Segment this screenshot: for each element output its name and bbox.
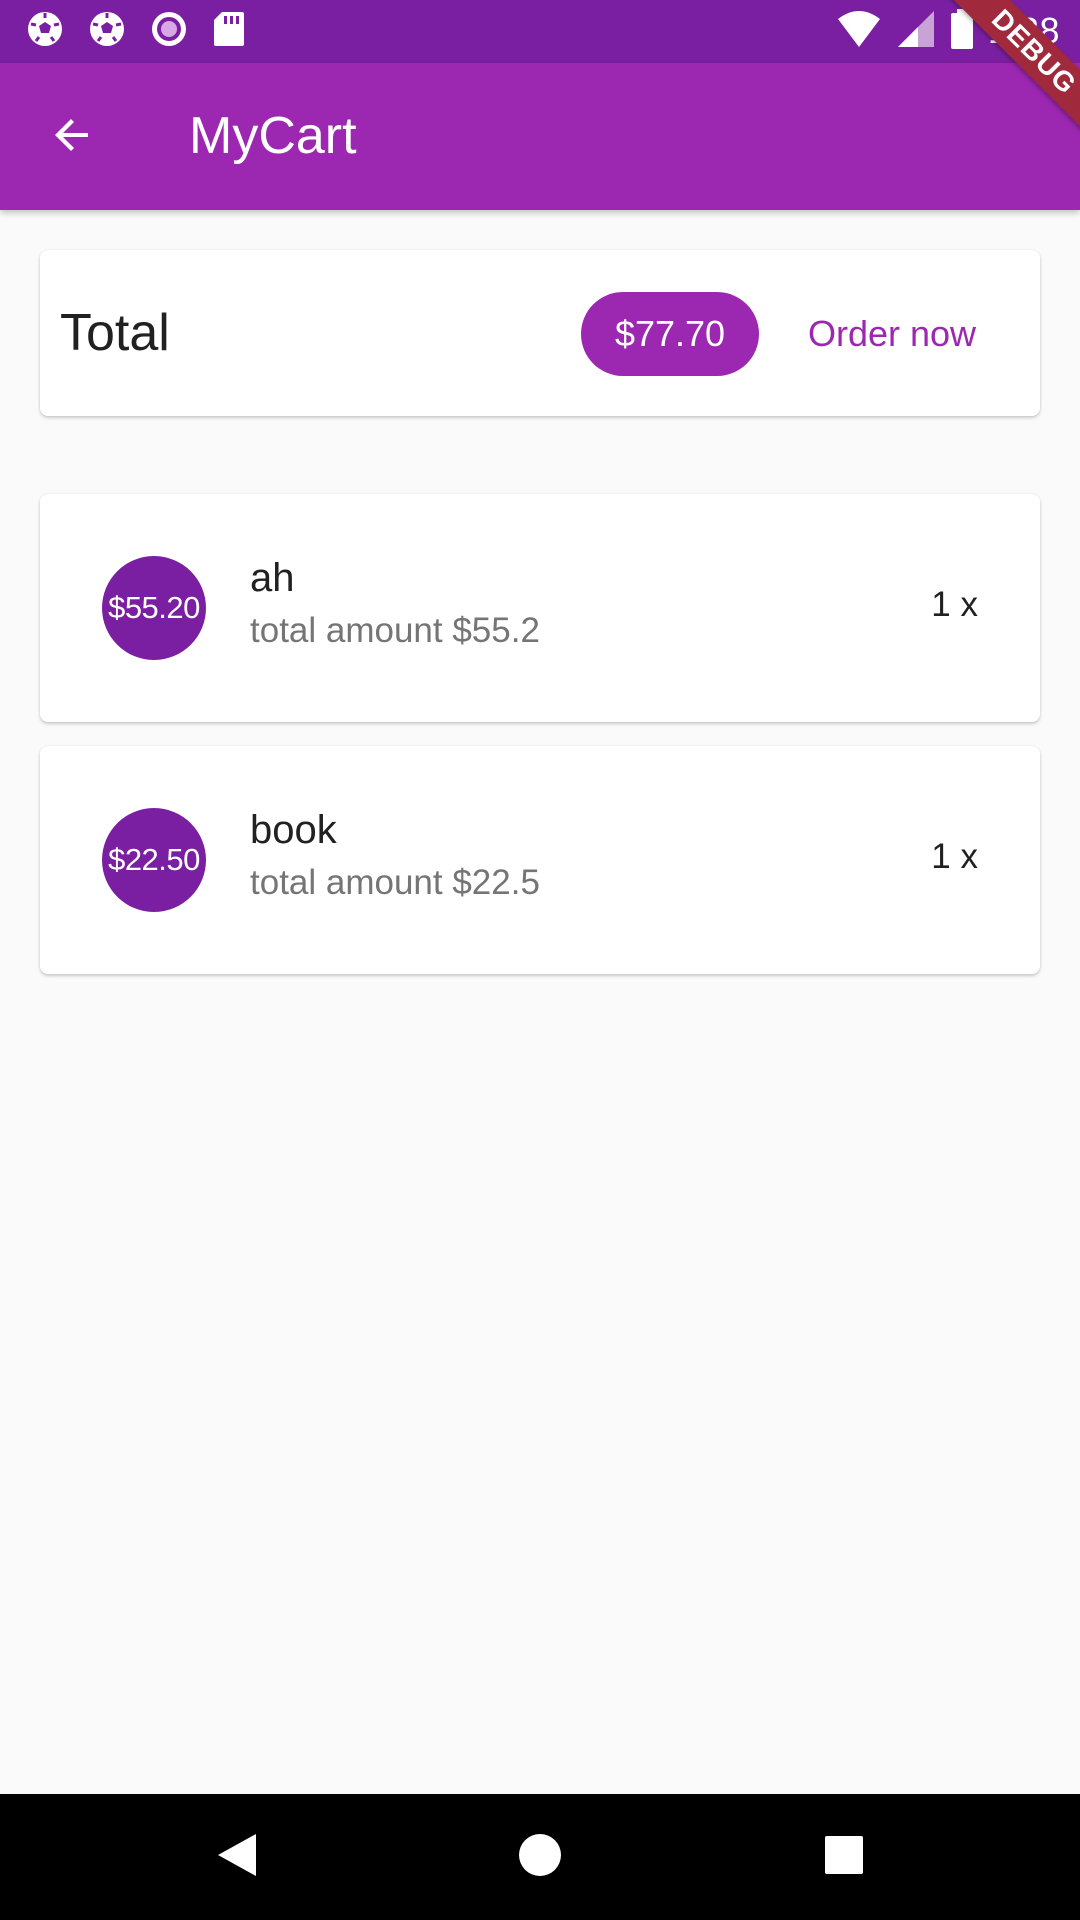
- cart-item[interactable]: $55.20 ah total amount $55.2 1 x: [40, 494, 1040, 722]
- item-quantity: 1 x: [931, 585, 978, 624]
- cart-item[interactable]: $22.50 book total amount $22.5 1 x: [40, 746, 1040, 974]
- cell-signal-icon: [896, 9, 936, 54]
- nav-home-icon: [517, 1832, 563, 1883]
- total-amount: $77.70: [614, 313, 726, 354]
- radio-button-icon: [150, 10, 188, 53]
- sd-card-icon: [212, 10, 246, 53]
- total-amount-chip: $77.70: [581, 292, 759, 376]
- item-price-avatar: $22.50: [102, 808, 206, 912]
- order-now-button[interactable]: Order now: [792, 292, 992, 376]
- app-bar: MyCart: [0, 63, 1080, 210]
- nav-recents-button[interactable]: [811, 1824, 877, 1890]
- item-quantity: 1 x: [931, 837, 978, 876]
- item-price-avatar: $55.20: [102, 556, 206, 660]
- soccer-ball-icon: [88, 10, 126, 53]
- item-price: $22.50: [108, 842, 200, 877]
- navigation-bar: [0, 1794, 1080, 1920]
- item-price: $55.20: [108, 590, 200, 625]
- nav-recents-icon: [823, 1834, 865, 1881]
- status-bar: 1:38: [0, 0, 1080, 63]
- total-card: Total $77.70 Order now: [40, 250, 1040, 416]
- status-notifications: [26, 10, 246, 53]
- item-title: ah: [250, 556, 295, 600]
- item-title: book: [250, 808, 337, 852]
- nav-home-button[interactable]: [507, 1824, 573, 1890]
- back-button[interactable]: [40, 105, 104, 169]
- page-title: MyCart: [189, 107, 357, 165]
- item-subtitle: total amount $55.2: [250, 611, 540, 650]
- arrow-back-icon: [48, 111, 96, 164]
- item-subtitle: total amount $22.5: [250, 863, 540, 902]
- soccer-ball-icon: [26, 10, 64, 53]
- wifi-icon: [836, 9, 882, 54]
- total-label: Total: [60, 304, 170, 362]
- nav-back-button[interactable]: [204, 1824, 270, 1890]
- nav-back-icon: [214, 1830, 260, 1885]
